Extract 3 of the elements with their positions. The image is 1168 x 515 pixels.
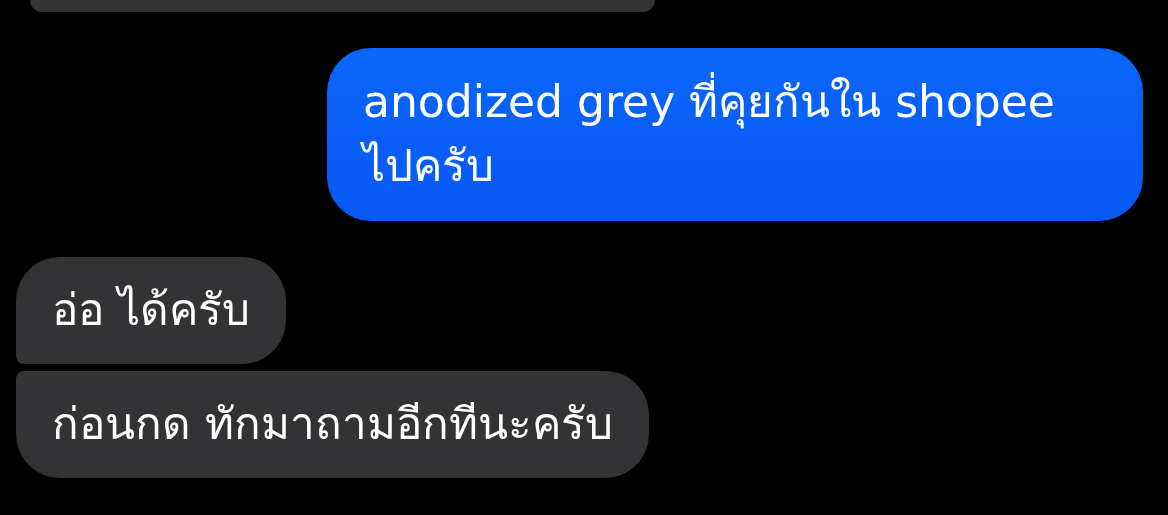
received-message: ก่อนกด ทักมาถามอีกทีนะครับ <box>16 371 649 478</box>
received-message: อ่อ ได้ครับ <box>16 257 286 364</box>
sent-message: anodized grey ที่คุยกันใน shopee ไปครับ <box>327 48 1143 221</box>
